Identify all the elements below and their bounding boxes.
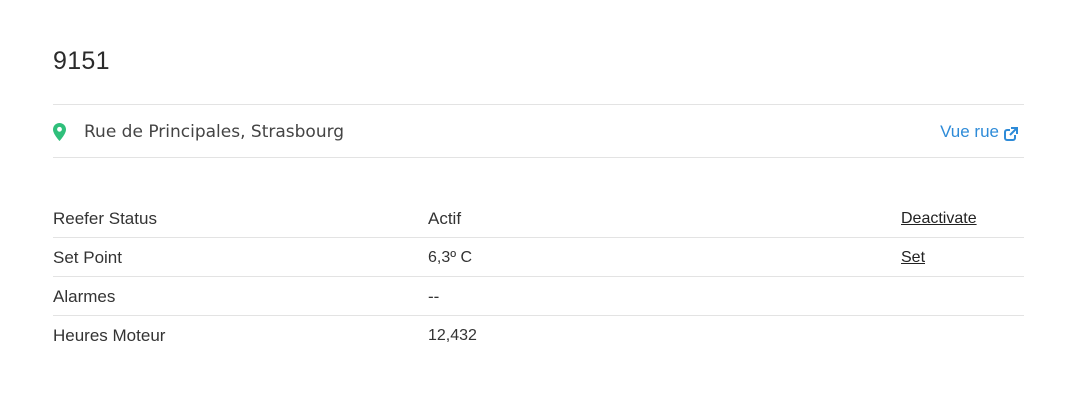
page-title: 9151: [53, 47, 110, 75]
street-view-link[interactable]: Vue rue: [940, 121, 1018, 143]
row-label: Heures Moteur: [53, 326, 166, 345]
set-link[interactable]: Set: [901, 247, 925, 269]
row-label: Reefer Status: [53, 209, 157, 228]
map-pin-icon: [53, 123, 66, 141]
details-table: Reefer Status Actif Deactivate Set Point…: [53, 199, 1024, 355]
location-address: Rue de Principales, Strasbourg: [84, 122, 345, 142]
row-value: Actif: [428, 209, 462, 228]
deactivate-link[interactable]: Deactivate: [901, 208, 977, 230]
row-label: Set Point: [53, 248, 122, 267]
row-value: --: [428, 287, 440, 306]
detail-row-engine-hours: Heures Moteur 12,432: [53, 316, 1024, 355]
row-value: 6,3º C: [428, 249, 473, 266]
external-link-icon: [1004, 125, 1018, 141]
street-view-label: Vue rue: [940, 122, 999, 141]
detail-row-alarms: Alarmes --: [53, 277, 1024, 316]
detail-row-reefer-status: Reefer Status Actif Deactivate: [53, 199, 1024, 238]
reefer-detail-panel: 9151 Rue de Principales, Strasbourg Vue …: [53, 0, 1024, 415]
location-row: Rue de Principales, Strasbourg Vue rue: [53, 105, 1024, 157]
bottom-divider: [53, 157, 1024, 158]
row-label: Alarmes: [53, 287, 116, 306]
row-value: 12,432: [428, 327, 477, 344]
detail-row-set-point: Set Point 6,3º C Set: [53, 238, 1024, 277]
